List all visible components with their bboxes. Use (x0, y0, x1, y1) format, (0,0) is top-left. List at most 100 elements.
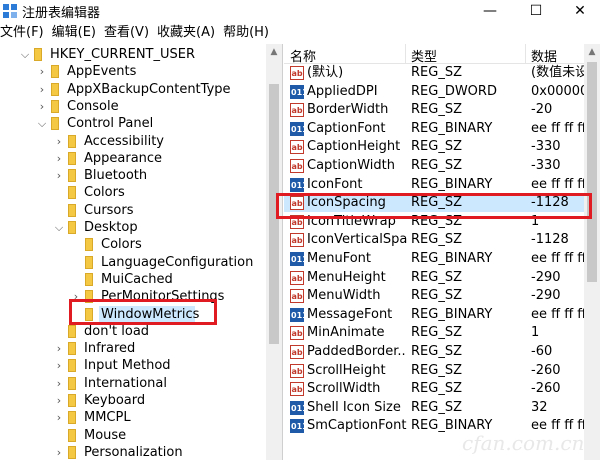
tree-item[interactable]: › MMCPL (0, 409, 266, 426)
tree-item[interactable]: ⌵ Desktop (0, 219, 266, 236)
list-row[interactable]: ab MenuWidth REG_SZ -290 (284, 287, 600, 305)
tree-item[interactable]: › Keyboard (0, 392, 266, 409)
highlight-box-windowmetrics (69, 299, 217, 325)
tree-item[interactable]: ⌵ HKEY_CURRENT_USER (0, 46, 266, 63)
string-value-icon: ab (290, 159, 304, 173)
tree-item[interactable]: › International (0, 375, 266, 392)
title-bar: 注册表编辑器 — ☐ ✕ (0, 0, 600, 22)
column-type[interactable]: 类型 (411, 46, 437, 65)
tree-item-label: Appearance (84, 150, 163, 166)
value-type: REG_SZ (411, 325, 462, 341)
tree-item[interactable]: don't load (0, 323, 266, 340)
folder-icon (85, 238, 93, 252)
tree-item[interactable]: Colors (0, 184, 266, 201)
chevron-right-icon[interactable]: › (37, 98, 47, 115)
list-row[interactable]: ab CaptionWidth REG_SZ -330 (284, 157, 600, 175)
list-row[interactable]: 011 CaptionFont REG_BINARY ee ff ff ff 0 (284, 120, 600, 138)
chevron-down-icon[interactable]: ⌵ (54, 219, 64, 236)
tree-item[interactable]: › Input Method (0, 357, 266, 374)
tree-item[interactable]: Mouse (0, 427, 266, 444)
minimize-button[interactable]: — (470, 0, 510, 22)
list-row[interactable]: ab (默认) REG_SZ (数值未设置 (284, 64, 600, 82)
chevron-down-icon[interactable]: ⌵ (37, 115, 47, 132)
list-row[interactable]: 011 MessageFont REG_BINARY ee ff ff ff 0 (284, 306, 600, 324)
value-name: MenuFont (307, 251, 371, 266)
folder-icon (85, 272, 93, 286)
value-name: AppliedDPI (307, 83, 378, 99)
list-row[interactable]: ab CaptionHeight REG_SZ -330 (284, 138, 600, 156)
tree-item[interactable]: MuiCached (0, 271, 266, 288)
chevron-right-icon[interactable]: › (54, 444, 64, 460)
string-value-icon: ab (290, 363, 304, 378)
chevron-right-icon[interactable]: › (54, 133, 64, 150)
chevron-right-icon[interactable]: › (54, 375, 64, 392)
scroll-up-icon[interactable]: ▲ (584, 44, 600, 60)
chevron-right-icon[interactable]: › (54, 357, 64, 374)
tree-item[interactable]: › AppXBackupContentType (0, 81, 266, 98)
folder-icon (68, 186, 76, 200)
list-scrollbar[interactable]: ▲ (584, 44, 600, 460)
tree-item[interactable]: › Console (0, 98, 266, 115)
menu-help[interactable]: 帮助(H) (223, 23, 269, 43)
tree-scrollbar[interactable]: ▲ (266, 44, 282, 460)
chevron-right-icon[interactable]: › (54, 150, 64, 167)
tree-item[interactable]: Colors (0, 236, 266, 253)
value-name: Shell Icon Size (307, 399, 401, 415)
menu-file[interactable]: 文件(F) (0, 23, 44, 43)
list-row[interactable]: ab PaddedBorder... REG_SZ -60 (284, 343, 600, 361)
chevron-right-icon[interactable]: › (37, 63, 47, 80)
tree-item[interactable]: › Personalization (0, 444, 266, 460)
chevron-right-icon[interactable]: › (54, 409, 64, 426)
list-row[interactable]: ab ScrollWidth REG_SZ -260 (284, 380, 600, 398)
tree-item-label: AppEvents (67, 64, 137, 80)
menu-view[interactable]: 查看(V) (104, 23, 149, 43)
tree-item-label: Personalization (84, 444, 183, 460)
value-type: REG_SZ (411, 158, 462, 173)
chevron-right-icon[interactable]: › (54, 340, 64, 357)
tree-item[interactable]: › Accessibility (0, 133, 266, 150)
column-separator[interactable] (525, 44, 526, 64)
folder-icon (68, 428, 76, 442)
scrollbar-thumb[interactable] (587, 62, 597, 282)
chevron-right-icon[interactable]: › (54, 392, 64, 409)
menu-edit[interactable]: 编辑(E) (52, 23, 96, 43)
tree-item[interactable]: › Infrared (0, 340, 266, 357)
tree-item-label: Mouse (84, 427, 127, 443)
chevron-right-icon[interactable]: › (37, 81, 47, 98)
tree-item[interactable]: › Bluetooth (0, 167, 266, 184)
list-row[interactable]: ab MinAnimate REG_SZ 1 (284, 324, 600, 342)
value-name: BorderWidth (307, 102, 389, 118)
folder-icon (68, 134, 76, 148)
tree-item-label: AppXBackupContentType (67, 81, 231, 97)
list-row[interactable]: 011 IconFont REG_BINARY ee ff ff ff 0 (284, 176, 600, 194)
scroll-up-icon[interactable]: ▲ (266, 44, 282, 60)
binary-value-icon: 011 (290, 252, 308, 266)
tree-item[interactable]: › Appearance (0, 150, 266, 167)
list-row[interactable]: 011 AppliedDPI REG_DWORD 0x000000 (284, 83, 600, 101)
list-row[interactable]: ab MenuHeight REG_SZ -290 (284, 269, 600, 287)
column-separator[interactable] (405, 44, 406, 64)
registry-tree: ⌵ HKEY_CURRENT_USER › AppEvents › AppXBackupC… (0, 44, 283, 460)
chevron-right-icon[interactable]: › (54, 167, 64, 184)
tree-item-label: Colors (84, 185, 125, 201)
column-data[interactable]: 数据 (531, 46, 557, 65)
value-name: CaptionHeight (307, 139, 401, 155)
list-row[interactable]: ab ScrollHeight REG_SZ -260 (284, 362, 600, 380)
values-list: 名称 类型 数据 ab (默认) REG_SZ (数值未设置 011 AppliedDPI… (284, 44, 600, 460)
list-row[interactable]: 011 MenuFont REG_BINARY ee ff ff ff 0 (284, 250, 600, 268)
column-name[interactable]: 名称 (290, 46, 316, 65)
tree-item[interactable]: LanguageConfiguration (0, 254, 266, 271)
value-type: REG_DWORD (411, 83, 497, 99)
value-type: REG_SZ (411, 102, 462, 118)
registry-editor-icon (3, 4, 17, 18)
list-row[interactable]: 011 Shell Icon Size REG_SZ 32 (284, 399, 600, 417)
menu-favorites[interactable]: 收藏夹(A) (157, 23, 215, 43)
close-button[interactable]: ✕ (560, 0, 600, 22)
tree-item[interactable]: › AppEvents (0, 63, 266, 80)
tree-item[interactable]: ⌵ Control Panel (0, 115, 266, 132)
tree-item[interactable]: Cursors (0, 202, 266, 219)
list-row[interactable]: ab BorderWidth REG_SZ -20 (284, 101, 600, 119)
maximize-button[interactable]: ☐ (516, 0, 556, 22)
list-row[interactable]: abIconVerticalSpa...REG_SZ-1128 (284, 231, 600, 249)
chevron-down-icon[interactable]: ⌵ (20, 46, 30, 63)
